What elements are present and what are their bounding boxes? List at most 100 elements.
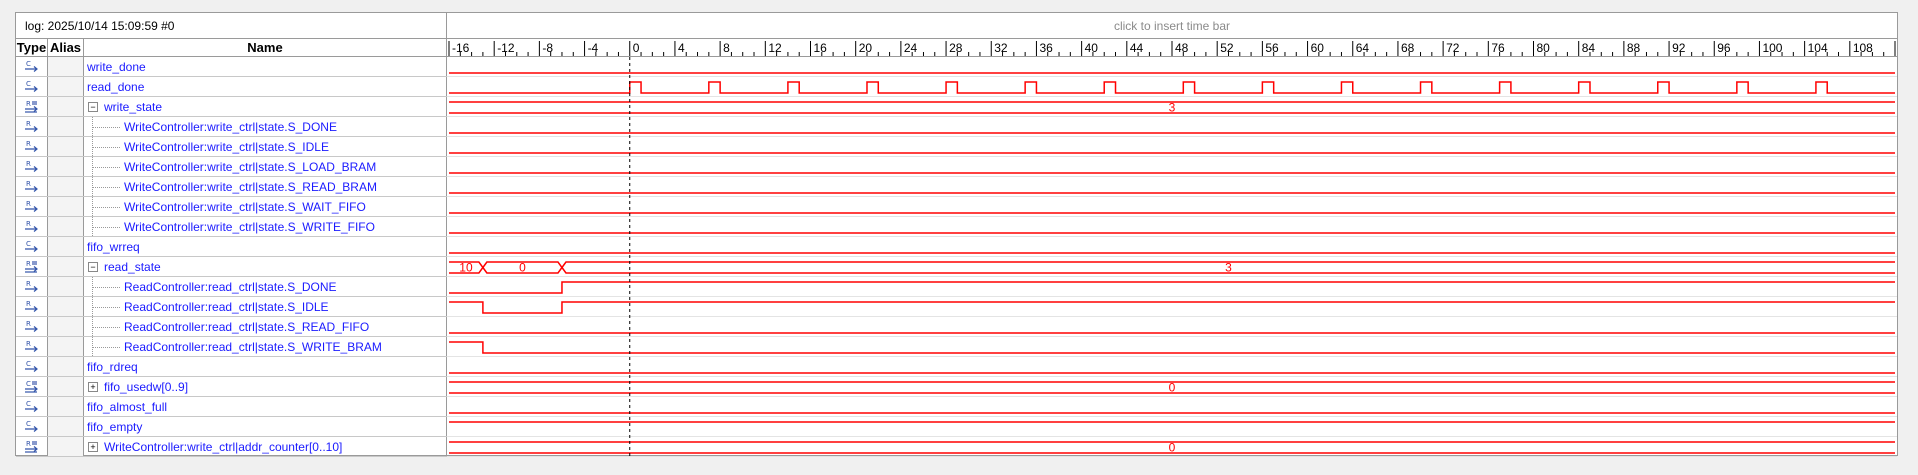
tree-branch <box>92 127 120 128</box>
name-cell[interactable]: read_done <box>84 77 447 96</box>
name-cell[interactable]: write_done <box>84 57 447 76</box>
expand-icon[interactable]: + <box>88 442 98 452</box>
signal-row[interactable]: Cfifo_wrreq <box>16 237 447 257</box>
signal-row[interactable]: R WriteController:write_ctrl|state.S_WAIT… <box>16 197 447 217</box>
waveform-canvas[interactable]: 3 10 0 3 0 0 <box>447 57 1897 457</box>
signal-row[interactable]: Cfifo_rdreq <box>16 357 447 377</box>
signal-name: WriteController:write_ctrl|addr_counter[… <box>104 440 343 454</box>
name-cell[interactable]: − read_state <box>84 257 447 276</box>
waveform-bus[interactable]: 10 0 3 <box>449 261 1895 275</box>
svg-text:C: C <box>26 400 31 408</box>
register-signal-icon: R <box>25 300 38 312</box>
tick-label: 108 <box>1853 41 1873 55</box>
name-cell[interactable]: WriteController:write_ctrl|state.S_WRITE… <box>84 217 447 236</box>
name-cell[interactable]: fifo_empty <box>84 417 447 436</box>
clock-signal-icon: C <box>25 80 38 92</box>
signal-row[interactable]: R WriteController:write_ctrl|state.S_LOAD… <box>16 157 447 177</box>
time-axis[interactable]: -16 -12 -8 -4 0 4 8 12 16 20 24 28 32 36 40 44 48 52 56 60 6… <box>447 39 1917 57</box>
signal-row[interactable]: C + fifo_usedw[0..9] <box>16 377 447 397</box>
name-cell[interactable]: WriteController:write_ctrl|state.S_LOAD_… <box>84 157 447 176</box>
name-cell[interactable]: − write_state <box>84 97 447 116</box>
signal-name: read_done <box>87 80 145 94</box>
name-cell[interactable]: ReadController:read_ctrl|state.S_WRITE_B… <box>84 337 447 356</box>
waveform-bus[interactable]: 0 <box>449 381 1895 395</box>
name-cell[interactable]: ReadController:read_ctrl|state.S_READ_FI… <box>84 317 447 336</box>
register-signal-icon: R <box>25 180 38 192</box>
svg-text:R: R <box>26 140 31 148</box>
signal-row[interactable]: R − read_state <box>16 257 447 277</box>
waveform-area[interactable]: 3 10 0 3 0 0 <box>447 57 1897 462</box>
svg-text:R: R <box>26 120 31 128</box>
collapse-icon[interactable]: − <box>88 102 98 112</box>
signal-row[interactable]: Cfifo_empty <box>16 417 447 437</box>
register-signal-icon: R <box>25 340 38 352</box>
register-signal-icon: R <box>25 220 38 232</box>
type-cell: C <box>16 377 48 396</box>
name-cell[interactable]: WriteController:write_ctrl|state.S_IDLE <box>84 137 447 156</box>
register-signal-icon: R <box>25 140 38 152</box>
collapse-icon[interactable]: − <box>88 262 98 272</box>
tick-label: 68 <box>1401 41 1415 55</box>
signal-row[interactable]: Cfifo_almost_full <box>16 397 447 417</box>
alias-cell <box>48 437 84 456</box>
waveform-bit[interactable] <box>449 81 1895 94</box>
signal-name: fifo_empty <box>87 420 143 434</box>
tick-label: 64 <box>1356 41 1370 55</box>
signal-row[interactable]: R ReadController:read_ctrl|state.S_WRITE_… <box>16 337 447 357</box>
signal-row[interactable]: R WriteController:write_ctrl|state.S_WRIT… <box>16 217 447 237</box>
waveform-bit[interactable] <box>449 341 1895 354</box>
name-cell[interactable]: + WriteController:write_ctrl|addr_counter… <box>84 437 447 456</box>
signal-row[interactable]: R ReadController:read_ctrl|state.S_DONE <box>16 277 447 297</box>
type-cell: C <box>16 397 48 416</box>
signal-row[interactable]: Cread_done <box>16 77 447 97</box>
register-signal-icon: R <box>25 280 38 292</box>
name-cell[interactable]: fifo_rdreq <box>84 357 447 376</box>
bus-value: 10 <box>459 261 473 275</box>
alias-cell <box>48 177 84 196</box>
waveform-bus[interactable]: 3 <box>449 101 1895 115</box>
name-cell[interactable]: + fifo_usedw[0..9] <box>84 377 447 396</box>
signal-row[interactable]: R − write_state <box>16 97 447 117</box>
alias-cell <box>48 417 84 436</box>
alias-cell <box>48 397 84 416</box>
svg-text:R: R <box>26 280 31 288</box>
signal-row[interactable]: Cwrite_done <box>16 57 447 77</box>
type-cell: R <box>16 257 48 276</box>
signal-row[interactable]: R WriteController:write_ctrl|state.S_DONE <box>16 117 447 137</box>
signal-row[interactable]: R WriteController:write_ctrl|state.S_READ… <box>16 177 447 197</box>
waveform-bit[interactable] <box>449 301 1895 314</box>
tree-branch <box>92 167 120 168</box>
signal-row[interactable]: R ReadController:read_ctrl|state.S_READ_F… <box>16 317 447 337</box>
type-cell: R <box>16 337 48 356</box>
name-cell[interactable]: fifo_almost_full <box>84 397 447 416</box>
waveform-bus[interactable]: 0 <box>449 441 1895 455</box>
alias-cell <box>48 137 84 156</box>
type-cell: R <box>16 177 48 196</box>
insert-time-bar[interactable]: click to insert time bar <box>447 13 1897 39</box>
type-cell: C <box>16 77 48 96</box>
alias-cell <box>48 257 84 276</box>
name-column-header[interactable]: Name <box>84 39 447 56</box>
signal-row[interactable]: R + WriteController:write_ctrl|addr_counte… <box>16 437 447 457</box>
name-cell[interactable]: WriteController:write_ctrl|state.S_READ_… <box>84 177 447 196</box>
signal-list-panel: log: 2025/10/14 15:09:59 #0 Type Alias N… <box>16 13 447 457</box>
name-cell[interactable]: WriteController:write_ctrl|state.S_WAIT_… <box>84 197 447 216</box>
signal-trace <box>449 341 1895 354</box>
signal-name: WriteController:write_ctrl|state.S_LOAD_… <box>124 160 377 174</box>
signal-row[interactable]: R ReadController:read_ctrl|state.S_IDLE <box>16 297 447 317</box>
signal-row[interactable]: R WriteController:write_ctrl|state.S_IDLE <box>16 137 447 157</box>
waveform-bit[interactable] <box>449 281 1895 294</box>
tick-label: 80 <box>1537 41 1551 55</box>
type-column-header[interactable]: Type <box>16 39 48 56</box>
name-cell[interactable]: ReadController:read_ctrl|state.S_DONE <box>84 277 447 296</box>
alias-cell <box>48 77 84 96</box>
name-cell[interactable]: ReadController:read_ctrl|state.S_IDLE <box>84 297 447 316</box>
log-header: log: 2025/10/14 15:09:59 #0 <box>16 13 447 39</box>
tick-label: 16 <box>814 41 828 55</box>
alias-cell <box>48 377 84 396</box>
tree-branch <box>92 307 120 308</box>
expand-icon[interactable]: + <box>88 382 98 392</box>
name-cell[interactable]: WriteController:write_ctrl|state.S_DONE <box>84 117 447 136</box>
name-cell[interactable]: fifo_wrreq <box>84 237 447 256</box>
alias-column-header[interactable]: Alias <box>48 39 84 56</box>
